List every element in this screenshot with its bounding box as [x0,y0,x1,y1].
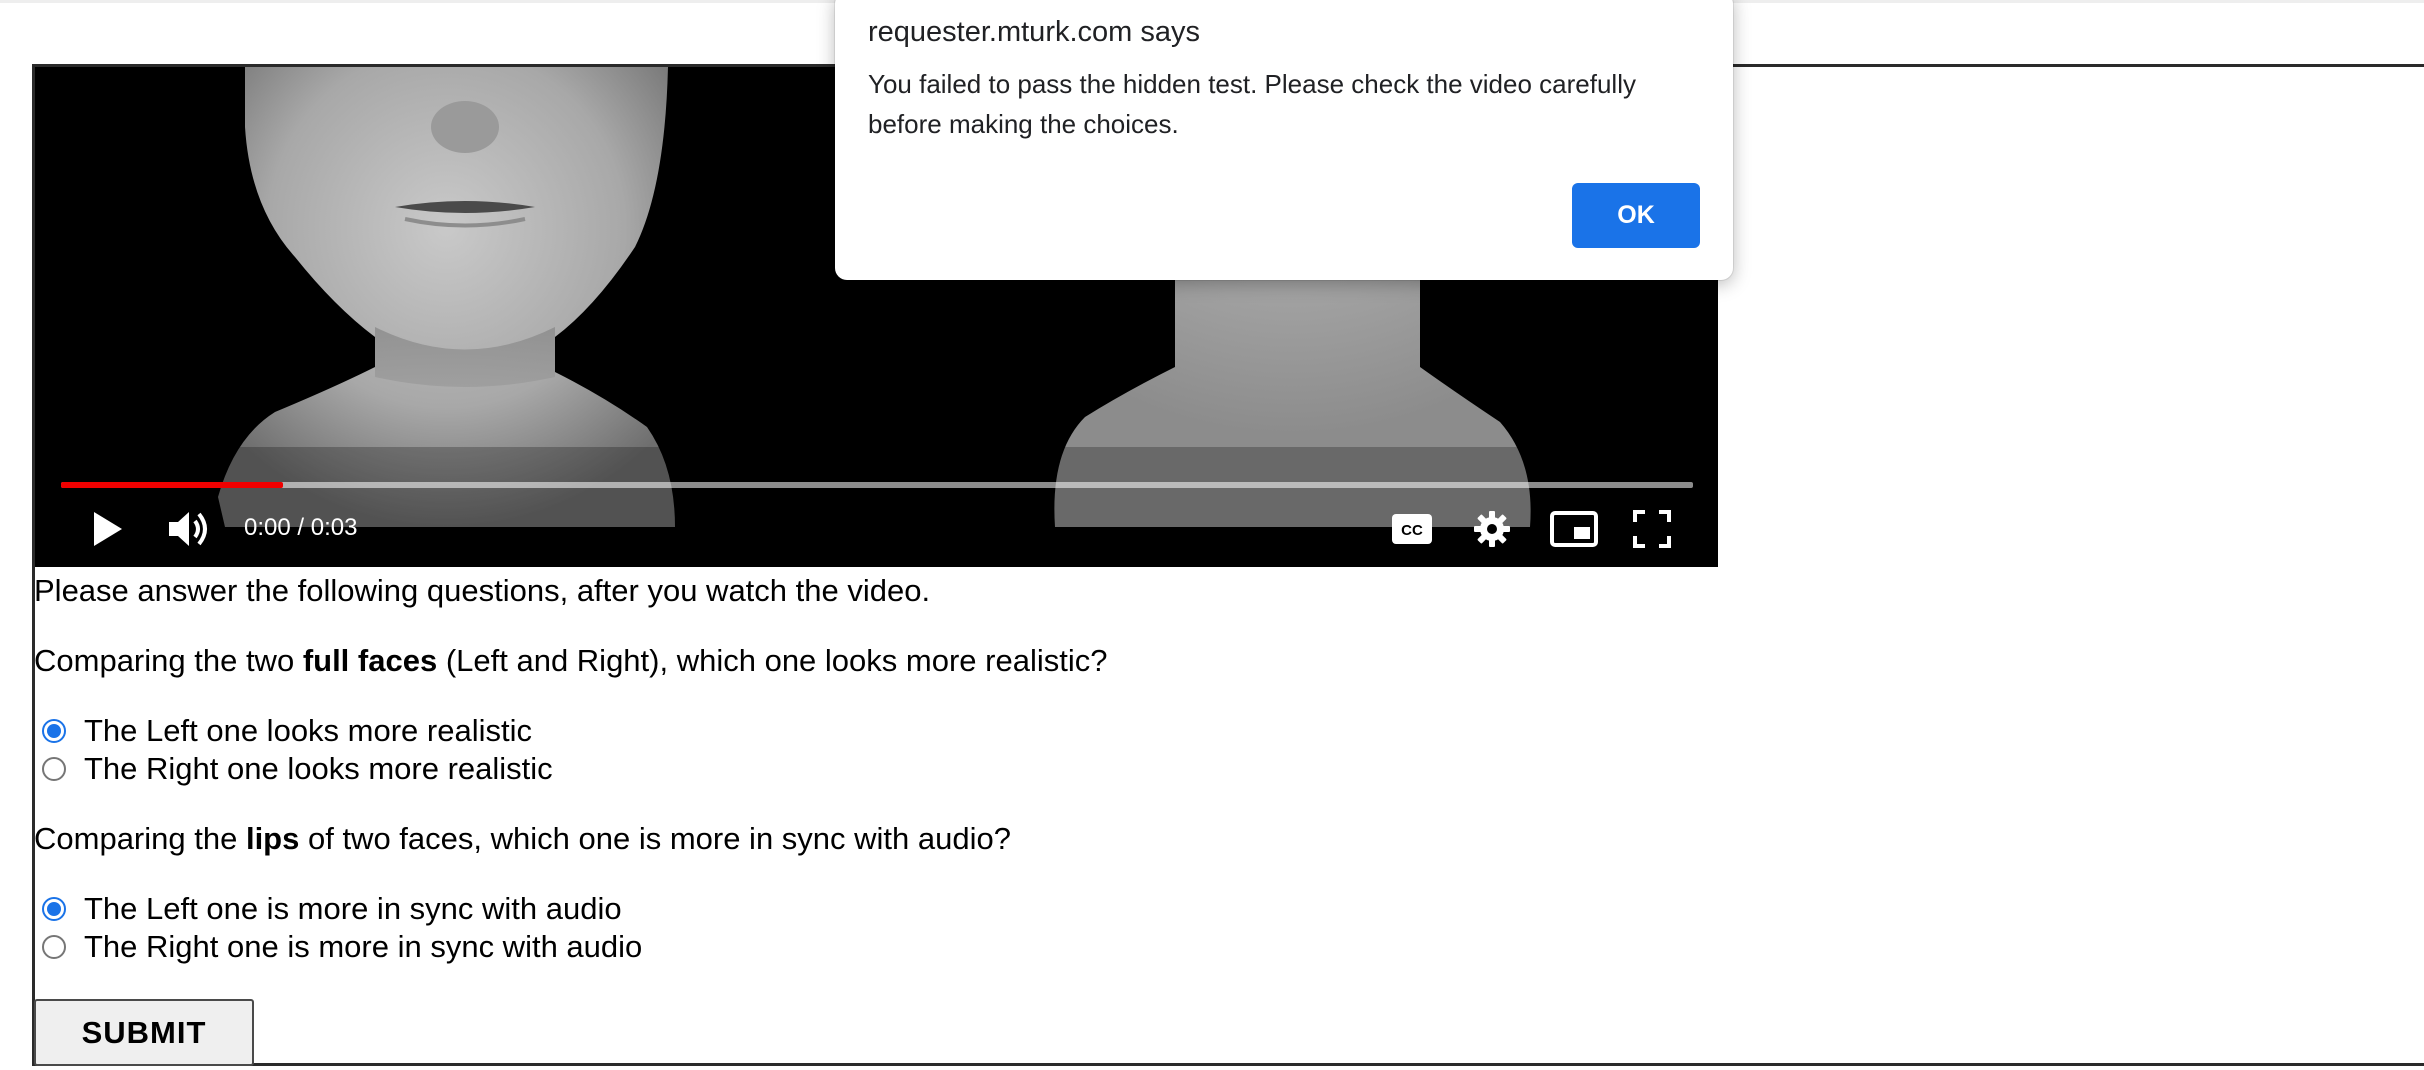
q1-left-label: The Left one looks more realistic [84,713,532,748]
alert-dialog: requester.mturk.com says You failed to p… [835,0,1733,280]
q1-right-radio[interactable] [42,757,66,781]
question-1-prefix: Comparing the two [34,643,303,678]
instruction-text: Please answer the following questions, a… [34,573,931,608]
q2-left-label: The Left one is more in sync with audio [84,891,622,926]
settings-button[interactable] [1470,507,1514,551]
video-progress-bar[interactable] [61,482,1693,488]
video-time: 0:00 / 0:03 [244,514,358,541]
play-button[interactable] [85,507,129,551]
q1-option-left[interactable]: The Left one looks more realistic [42,713,532,749]
q2-left-radio[interactable] [42,897,66,921]
svg-text:CC: CC [1401,522,1423,539]
submit-button[interactable]: SUBMIT [34,999,254,1066]
gear-icon [1474,511,1510,547]
progress-played [61,482,283,488]
question-2-prefix: Comparing the [34,821,246,856]
q1-option-right[interactable]: The Right one looks more realistic [42,751,553,787]
q2-right-radio[interactable] [42,935,66,959]
q2-right-label: The Right one is more in sync with audio [84,929,643,964]
mute-button[interactable] [165,507,215,551]
question-2: Comparing the lips of two faces, which o… [34,821,1011,857]
q2-option-left[interactable]: The Left one is more in sync with audio [42,891,622,927]
page: 0:00 / 0:03 CC Please answer the followi… [0,0,2424,1070]
video-controls: 0:00 / 0:03 CC [35,499,1718,559]
miniplayer-icon [1550,511,1598,547]
ok-button[interactable]: OK [1572,183,1700,248]
q1-left-radio[interactable] [42,719,66,743]
question-2-suffix: of two faces, which one is more in sync … [299,821,1011,856]
captions-button[interactable]: CC [1390,509,1434,549]
question-1: Comparing the two full faces (Left and R… [34,643,1107,679]
dialog-message: You failed to pass the hidden test. Plea… [868,69,1636,139]
miniplayer-button[interactable] [1548,507,1600,551]
question-1-suffix: (Left and Right), which one looks more r… [437,643,1108,678]
fullscreen-button[interactable] [1630,507,1674,551]
progress-track [61,482,1693,488]
volume-icon [169,512,207,546]
q2-option-right[interactable]: The Right one is more in sync with audio [42,929,642,965]
question-1-emphasis: full faces [302,643,438,678]
question-2-emphasis: lips [245,821,300,856]
closed-captions-icon: CC [1392,514,1432,544]
q1-right-label: The Right one looks more realistic [84,751,553,786]
fullscreen-icon [1633,510,1671,548]
dialog-title: requester.mturk.com says [868,16,1200,48]
play-icon [94,512,122,546]
